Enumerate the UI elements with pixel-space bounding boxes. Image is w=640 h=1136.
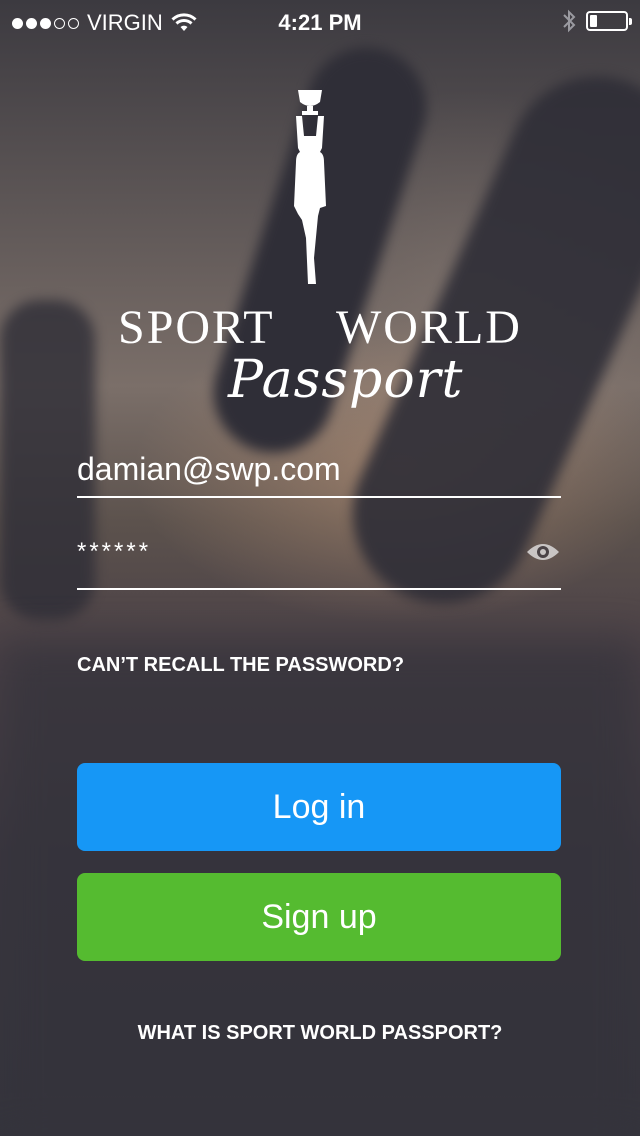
status-time: 4:21 PM [278, 10, 362, 35]
password-value[interactable]: ****** [77, 528, 561, 576]
email-value[interactable]: damian@swp.com [77, 448, 561, 490]
status-right [562, 9, 632, 33]
app-logo: SPORT WORLD Passport [0, 88, 640, 410]
login-button[interactable]: Log in [77, 763, 561, 851]
show-password-eye-icon[interactable] [525, 540, 561, 564]
login-screen: VIRGIN 4:21 PM SPORT WORLD Passport dami… [0, 0, 640, 1136]
bluetooth-icon [563, 9, 576, 33]
status-bar: VIRGIN 4:21 PM [0, 0, 640, 44]
battery-icon [586, 11, 632, 31]
signup-button[interactable]: Sign up [77, 873, 561, 961]
logo-word-world: WORLD [336, 301, 522, 354]
email-field[interactable]: damian@swp.com [77, 448, 561, 498]
trophy-athlete-icon [294, 90, 326, 284]
what-is-sport-world-passport-link[interactable]: WHAT IS SPORT WORLD PASSPORT? [0, 1022, 640, 1045]
password-field[interactable]: ****** [77, 528, 561, 590]
logo-script-passport: Passport [228, 350, 464, 410]
recall-password-link[interactable]: CAN’T RECALL THE PASSWORD? [77, 654, 404, 677]
battery-level [590, 15, 597, 27]
logo-word-sport: SPORT [118, 301, 275, 354]
